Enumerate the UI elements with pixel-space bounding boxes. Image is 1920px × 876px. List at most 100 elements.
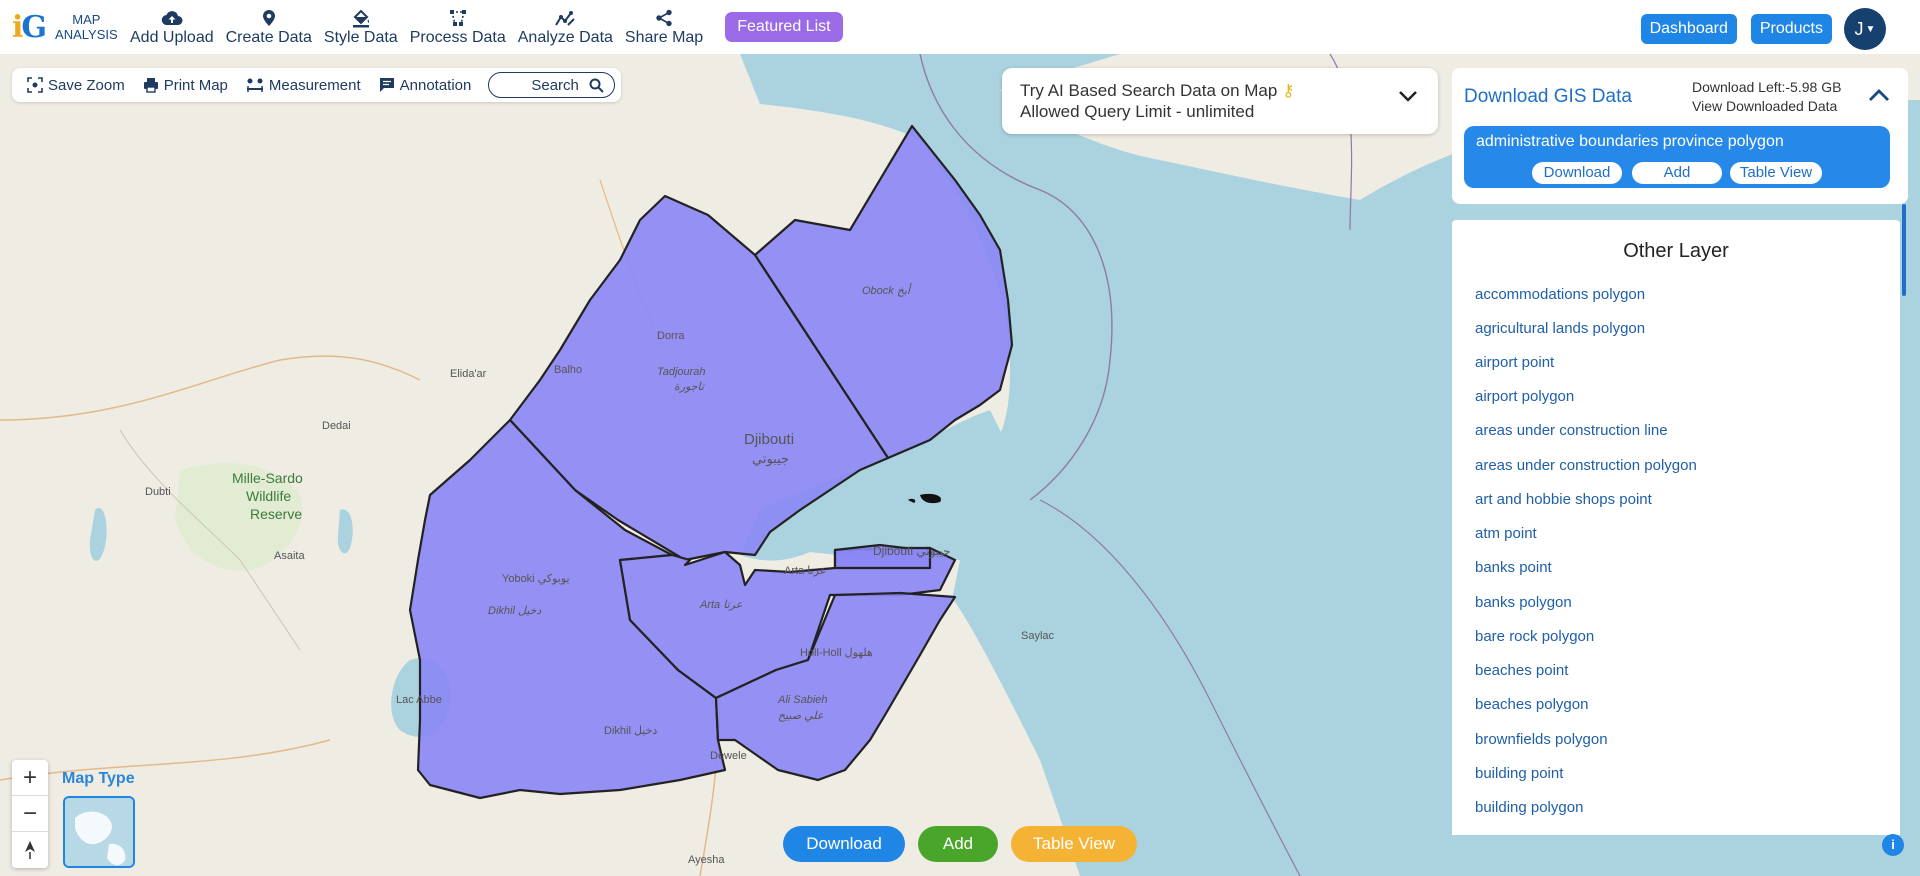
layer-item[interactable]: brownfields polygon [1475,731,1608,748]
share-map-button[interactable]: Share Map [625,7,703,47]
view-downloaded-link[interactable]: View Downloaded Data [1692,97,1841,116]
bottom-download-button[interactable]: Download [783,826,905,862]
map-label-djibouti-ar: جيبوتي [752,451,790,466]
bottom-add-button[interactable]: Add [918,826,998,862]
layer-item[interactable]: banks point [1475,559,1552,576]
globe-thumbnail-icon [65,798,133,866]
save-zoom-icon [27,77,43,93]
map-label-djibouti-city: Djibouti جيبوتي [873,544,951,558]
user-avatar[interactable]: J ▼ [1844,8,1886,50]
add-upload-button[interactable]: Add Upload [130,7,214,47]
map-search-button[interactable]: Search [488,72,615,98]
layer-item[interactable]: building point [1475,765,1563,782]
layer-item[interactable]: bare rock polygon [1475,628,1594,645]
featured-list-button[interactable]: Featured List [725,12,843,42]
layer-list-scrollbar[interactable] [1902,204,1906,296]
map-label-balho: Balho [554,364,583,376]
paint-bucket-icon [351,7,371,29]
map-label-tadjourah-ar: تاجورة [674,381,704,393]
print-map-button[interactable]: Print Map [143,77,228,94]
map-type-label: Map Type [62,770,135,787]
layer-item[interactable]: agricultural lands polygon [1475,320,1645,337]
map-label-dikhil-town: Dikhil دخيل [604,725,658,737]
selected-layer-card: administrative boundaries province polyg… [1464,126,1890,188]
layer-table-view-button[interactable]: Table View [1730,162,1822,184]
process-data-label: Process Data [409,29,506,46]
map-label-asaita: Asaita [274,550,305,562]
map-label-elidaar: Elida'ar [450,368,487,380]
layer-item[interactable]: areas under construction polygon [1475,457,1697,474]
map-label-arta-region: Arta عرتا [700,599,743,611]
layer-item[interactable]: airport polygon [1475,388,1574,405]
measurement-button[interactable]: Measurement [246,77,361,94]
layer-item[interactable]: accommodations polygon [1475,286,1645,303]
add-upload-label: Add Upload [130,29,214,46]
app-logo[interactable]: iG MAP ANALYSIS [12,10,122,45]
ai-search-box[interactable]: Try AI Based Search Data on Map ⚷ Allowe… [1002,68,1438,134]
map-label-arta: Arta عرتا [784,565,827,577]
layer-add-button[interactable]: Add [1632,162,1722,184]
zoom-out-button[interactable]: − [12,796,48,832]
layer-item[interactable]: building polygon [1475,799,1583,816]
zoom-in-button[interactable]: + [12,760,48,796]
save-zoom-button[interactable]: Save Zoom [27,77,125,94]
chevron-up-icon[interactable] [1868,88,1890,102]
process-data-button[interactable]: Process Data [410,7,506,47]
search-icon [589,78,604,93]
layer-item[interactable]: airport point [1475,354,1554,371]
map-label-dedai: Dedai [322,420,351,432]
download-left-text: Download Left:-5.98 GB [1692,79,1842,95]
dashboard-button[interactable]: Dashboard [1640,14,1737,44]
style-data-label: Style Data [323,29,398,46]
map-label-dorra: Dorra [657,330,685,342]
map-type-thumbnail[interactable] [63,796,135,868]
layer-item[interactable]: art and hobbie shops point [1475,491,1652,508]
info-icon[interactable]: i [1882,834,1904,856]
create-data-label: Create Data [225,29,312,46]
annotation-icon [379,78,394,92]
map-label-holl-holl: Holl-Holl هلهول [800,647,873,659]
share-icon [655,7,673,29]
products-button[interactable]: Products [1750,14,1832,44]
logo-line-2: ANALYSIS [55,27,118,42]
caret-down-icon: ▼ [1865,23,1876,35]
layer-item[interactable]: beaches point [1475,662,1568,679]
map-label-ali-sabieh-ar: علي صبيح [778,710,824,722]
map-toolbar: Save Zoom Print Map Measurement Annotati… [12,68,621,102]
top-navbar: iG MAP ANALYSIS Add Upload Create Data S… [0,0,1920,54]
measurement-label: Measurement [268,76,361,94]
layer-download-button[interactable]: Download [1532,162,1622,184]
ai-search-line-1: Try AI Based Search Data on Map ⚷ [1020,80,1420,101]
download-info: Download Left:-5.98 GB View Downloaded D… [1692,78,1841,116]
avatar-initial: J [1854,18,1864,39]
share-map-label: Share Map [624,29,704,46]
map-label-dikhil: Dikhil دخيل [488,605,542,617]
save-zoom-label: Save Zoom [48,76,125,94]
create-data-button[interactable]: Create Data [226,7,312,47]
layer-item[interactable]: areas under construction line [1475,422,1668,439]
map-label-dewele: Dewele [710,750,747,762]
reset-north-button[interactable] [12,832,48,868]
style-data-button[interactable]: Style Data [324,7,398,47]
layer-item[interactable]: atm point [1475,525,1537,542]
vector-path-icon [448,7,468,29]
map-label-tadjourah: Tadjourah [657,366,706,378]
top-right-actions: Dashboard Products J ▼ [1627,8,1886,50]
compass-arrow-icon [25,841,35,859]
map-label-lac-abbe: Lac Abbe [396,694,442,706]
annotation-button[interactable]: Annotation [379,77,471,94]
download-gis-panel: Download GIS Data Download Left:-5.98 GB… [1452,68,1908,204]
selected-layer-title: administrative boundaries province polyg… [1476,133,1784,150]
analyze-data-button[interactable]: Analyze Data [518,7,613,47]
layer-item[interactable]: beaches polygon [1475,696,1588,713]
map-label-reserve-2: Wildlife [246,488,292,504]
cloud-upload-icon [161,7,183,29]
map-pin-icon [262,7,276,29]
print-map-label: Print Map [163,76,228,94]
layer-item[interactable]: banks polygon [1475,594,1572,611]
chevron-down-icon[interactable] [1398,90,1418,102]
ai-search-title: Try AI Based Search Data on Map [1020,81,1278,100]
logo-line-1: MAP [72,12,101,27]
download-gis-title: Download GIS Data [1464,86,1632,107]
bottom-table-view-button[interactable]: Table View [1011,826,1137,862]
